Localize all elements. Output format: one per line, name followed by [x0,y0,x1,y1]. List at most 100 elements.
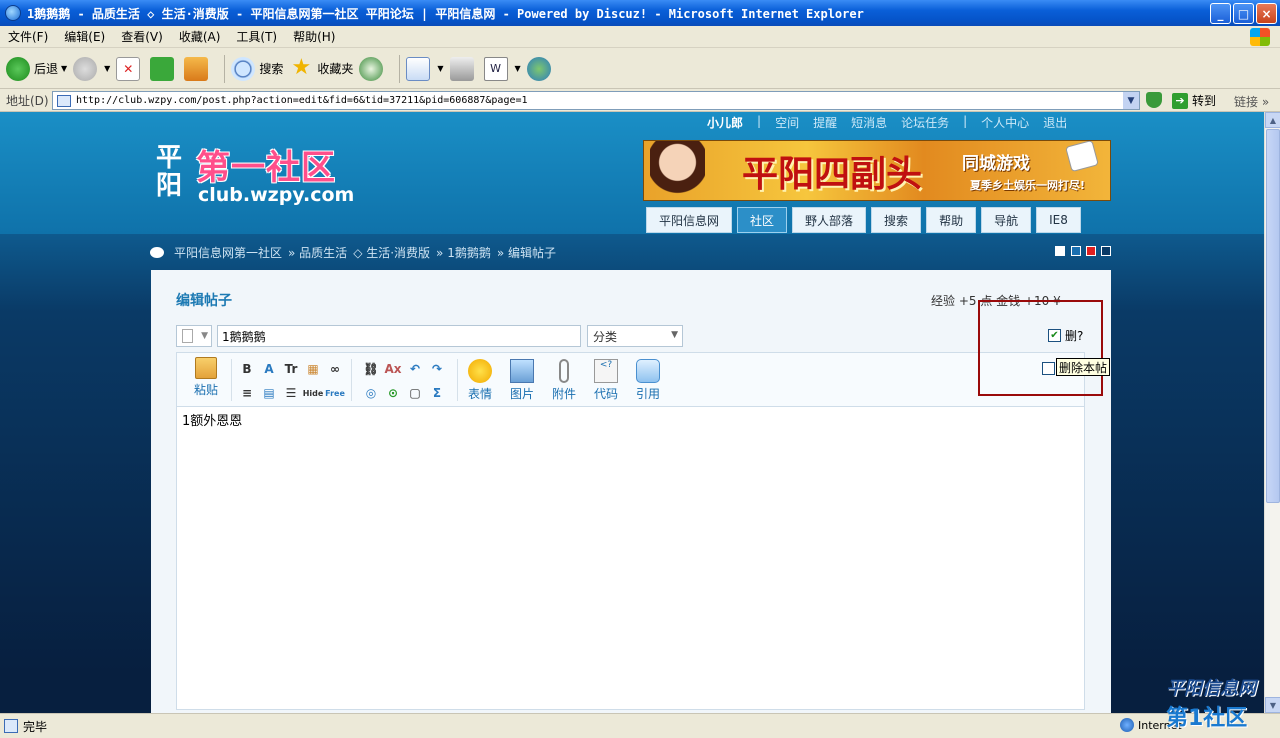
image-button[interactable]: 图片 [505,359,539,402]
home-icon [184,56,209,81]
quote-button[interactable]: 引用 [631,359,665,402]
nav-messages[interactable]: 短消息 [851,114,887,131]
code-button[interactable]: <? 代码 [589,359,623,402]
tab-ie8[interactable]: IE8 [1036,207,1081,233]
nav-logout[interactable]: 退出 [1043,114,1067,131]
close-button[interactable]: × [1256,3,1277,24]
free-icon[interactable]: Free [325,385,345,401]
smiley-button[interactable]: 表情 [463,359,497,402]
scroll-up-icon[interactable]: ▲ [1265,112,1280,128]
background-color-icon[interactable]: ▦ [305,361,321,377]
delete-post-tooltip: 删除本帖 [1056,358,1111,376]
refresh-button[interactable] [150,56,178,81]
sigma-icon[interactable]: Σ [429,385,445,401]
delete-post-checkbox[interactable] [1042,362,1055,375]
scroll-down-icon[interactable]: ▼ [1265,697,1280,713]
edit-button[interactable]: W ▼ [483,56,521,81]
username-link[interactable]: 小儿郎 [707,114,743,131]
chevron-down-icon[interactable]: ▼ [437,64,443,73]
tab-navigation[interactable]: 导航 [981,207,1032,233]
list-icon[interactable]: ☰ [283,385,299,401]
attachment-button[interactable]: 附件 [547,359,581,402]
media-icon[interactable]: ⊙ [385,385,401,401]
paste-button[interactable]: 粘贴 [191,357,221,398]
menu-file[interactable]: 文件(F) [0,28,56,45]
subject-input[interactable]: 1鹅鹅鹅 [217,325,581,347]
search-button[interactable]: 搜索 [231,56,283,81]
paperclip-icon [559,359,569,383]
menu-favorites[interactable]: 收藏(A) [171,28,229,45]
post-type-select[interactable]: ▼ [176,325,212,347]
messenger-button[interactable] [526,56,555,81]
align-icon[interactable]: ≡ [239,385,255,401]
home-button[interactable] [184,56,212,81]
favorites-button[interactable]: ★ 收藏夹 [289,56,354,81]
chevron-down-icon[interactable]: ▼ [515,64,521,73]
link-icon[interactable]: ∞ [327,361,343,377]
breadcrumb-thread[interactable]: » 1鹅鹅鹅 [436,244,491,261]
breadcrumb-forum-group[interactable]: » 品质生活 [288,244,347,261]
browser-toolbar: 后退 ▼ ▼ ✕ 搜索 ★ 收藏夹 ▼ W ▼ [0,49,1280,89]
logo-title[interactable]: 第一社区 [196,140,336,189]
menu-view[interactable]: 查看(V) [113,28,171,45]
print-button[interactable] [449,56,478,81]
nav-remind[interactable]: 提醒 [813,114,837,131]
flash-icon[interactable]: ◎ [363,385,379,401]
unlink-icon[interactable]: ⛓ [363,361,379,377]
style-switch-dark[interactable] [1101,246,1111,256]
message-textarea[interactable]: 1额外恩恩 [176,406,1085,710]
stop-button[interactable]: ✕ [116,56,144,81]
chevron-down-icon[interactable]: ▼ [61,64,67,73]
mail-button[interactable]: ▼ [406,56,444,81]
nav-divider: | [963,114,968,128]
tab-tribe[interactable]: 野人部落 [792,207,867,233]
links-button[interactable]: 链接 » [1234,93,1269,110]
toolbar-separator [224,54,226,83]
remove-format-icon[interactable]: Ax [384,361,401,377]
tab-community[interactable]: 社区 [737,207,788,233]
maximize-button[interactable]: □ [1233,3,1254,24]
vertical-scrollbar[interactable]: ▲ ▼ [1264,112,1280,713]
address-input[interactable]: http://club.wzpy.com/post.php?action=edi… [52,91,1140,110]
undo-icon[interactable]: ↶ [407,361,423,377]
back-button[interactable]: 后退 ▼ [6,56,67,81]
menu-edit[interactable]: 编辑(E) [56,28,113,45]
editor-toolbar: 粘贴 B A Tr ▦ ∞ ⛓ Ax ↶ ↷ ≡ ▤ ☰ Hide Free ◎… [176,352,1085,406]
minimize-button[interactable]: _ [1210,3,1231,24]
tab-help[interactable]: 帮助 [926,207,977,233]
shield-icon[interactable] [1146,92,1162,108]
style-switch-red[interactable] [1086,246,1096,256]
breadcrumb-home[interactable]: 平阳信息网第一社区 [174,244,282,261]
table-icon[interactable]: ▤ [261,385,277,401]
font-size-icon[interactable]: Tr [283,361,299,377]
logo-pinyang[interactable]: 平阳 [152,144,186,200]
nav-space[interactable]: 空间 [775,114,799,131]
redo-icon[interactable]: ↷ [429,361,445,377]
nav-profile[interactable]: 个人中心 [981,114,1029,131]
attachment-label: 附件 [551,387,576,401]
breadcrumb-forum[interactable]: ◇ 生活·消费版 [353,244,430,261]
chevron-down-icon[interactable]: ▼ [104,64,110,73]
menu-help[interactable]: 帮助(H) [285,28,343,45]
hide-icon[interactable]: Hide [303,385,324,401]
menu-tools[interactable]: 工具(T) [228,28,285,45]
tab-pinyang-info[interactable]: 平阳信息网 [646,207,733,233]
category-select[interactable]: 分类 ▼ [587,325,683,347]
style-switch-white[interactable] [1055,246,1065,256]
favorites-label: 收藏夹 [317,62,354,76]
scroll-thumb[interactable] [1266,129,1280,503]
bold-icon[interactable]: B [239,361,255,377]
tab-search[interactable]: 搜索 [871,207,922,233]
tooltip-text: 删除本帖 [1059,360,1108,375]
delete-attachment-checkbox[interactable]: ✔ [1048,329,1061,342]
ad-banner[interactable]: 平阳四副头 同城游戏 夏季乡土娱乐一网打尽! [643,140,1111,201]
nav-tasks[interactable]: 论坛任务 [901,114,949,131]
font-color-icon[interactable]: A [261,361,277,377]
chevron-down-icon[interactable]: ▼ [1123,92,1139,109]
forward-button[interactable]: ▼ [73,56,110,81]
page-icon[interactable]: ▢ [407,385,423,401]
go-button[interactable]: ➔ 转到 [1172,92,1216,109]
back-arrow-icon [6,56,30,81]
style-switch-blue[interactable] [1071,246,1081,256]
history-button[interactable] [359,56,387,81]
